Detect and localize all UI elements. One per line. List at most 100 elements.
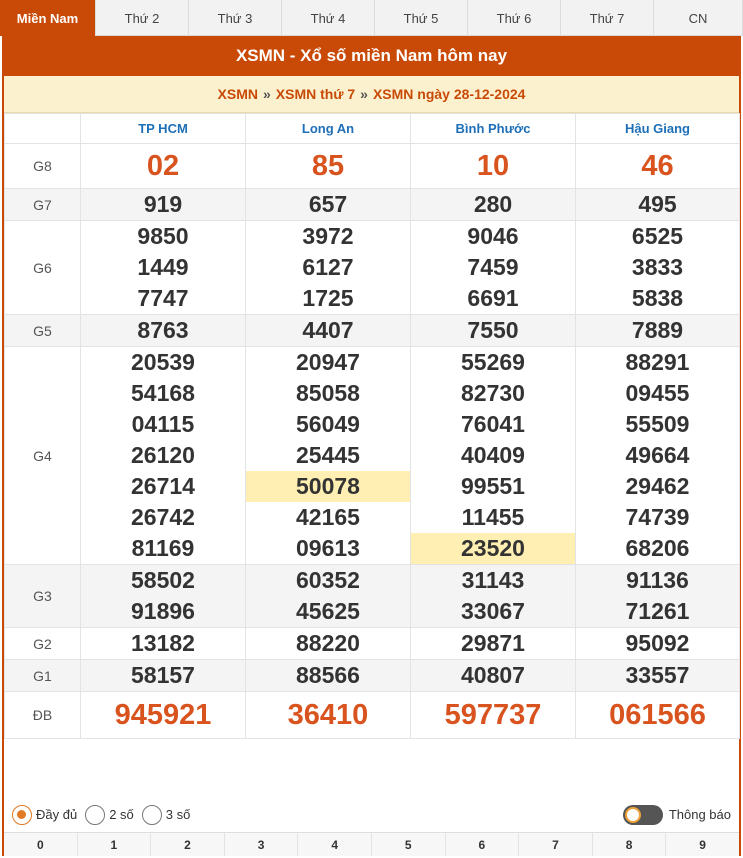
prize-cell: 58157 [80,659,246,692]
breadcrumb-link-xsmn[interactable]: XSMN [218,86,258,102]
prize-number: 945921 [114,699,212,731]
digit-filter-button[interactable]: 3 [224,833,299,856]
prize-cell: 7889 [575,314,740,347]
prize-number: 495 [638,191,677,217]
tab-day[interactable]: Thứ 2 [96,0,189,36]
prize-label: G5 [4,314,81,347]
prize-row: G8 02 85 10 46 [4,143,740,189]
prize-row: G6 9850 1449 7747 3972 6127 1725 9046 7459 6691 65… [4,220,740,315]
prize-label: G7 [4,188,81,221]
radio-full[interactable]: Đầy đủ [12,804,78,825]
tab-day[interactable]: Thứ 5 [375,0,468,36]
results-table: TP HCM Long An Bình Phước Hậu Giang G8 02… [4,113,740,739]
prize-number: 33067 [461,598,525,624]
prize-number: 40807 [461,662,525,688]
digit-filter-button[interactable]: 6 [445,833,520,856]
prize-number: 58502 [131,567,195,593]
breadcrumb-separator: » [360,86,368,102]
radio-2-digits[interactable]: 2 số [85,804,134,825]
prize-label: ĐB [4,691,81,739]
prize-cell: 46 [575,143,740,189]
prize-cell: 9850 1449 7747 [80,220,246,315]
digit-filter-button[interactable]: 9 [666,833,739,856]
province-header[interactable]: TP HCM [80,113,246,144]
breadcrumb-link-xsmn-thu7[interactable]: XSMN thứ 7 [276,86,355,102]
notify-toggle[interactable]: Thông báo [622,804,731,825]
prize-number: 9850 [137,223,189,249]
prize-number: 1725 [302,285,354,311]
province-header[interactable]: Bình Phước [410,113,576,144]
tab-day[interactable]: Thứ 7 [561,0,654,36]
prize-number: 09455 [625,380,690,406]
prize-number: 88291 [625,349,690,375]
prize-number: 68206 [625,535,690,561]
prize-label: G6 [4,220,81,315]
digit-filter-button[interactable]: 1 [77,833,152,856]
prize-number: 45625 [296,598,360,624]
prize-number: 02 [146,150,180,182]
toggle-switch-icon [622,804,663,825]
prize-label: G3 [4,564,81,628]
digit-filter-button[interactable]: 4 [298,833,372,856]
prize-cell: 7550 [410,314,576,347]
tab-day[interactable]: Thứ 4 [282,0,375,36]
display-options-bar: Đầy đủ 2 số 3 số Thông báo [4,799,739,830]
breadcrumb-separator: » [262,86,271,102]
prize-cell: 40807 [410,659,576,692]
prize-cell: 55269 82730 76041 40409 99551 11455 23520 [410,346,576,565]
radio-3-digits[interactable]: 3 số [141,804,191,825]
prize-number: 88566 [296,662,360,688]
prize-label: G2 [4,627,81,660]
prize-number: 50078 [246,471,410,502]
prize-number: 3972 [302,223,354,249]
breadcrumb-link-date[interactable]: XSMN ngày 28-12-2024 [373,86,526,102]
province-header[interactable]: Hậu Giang [575,113,740,144]
day-tabs: Miền Nam Thứ 2 Thứ 3 Thứ 4 Thứ 5 Thứ 6 Thứ 7 CN [0,0,743,36]
prize-number: 1449 [137,254,189,280]
digit-filter-button[interactable]: 5 [371,833,446,856]
prize-number: 20539 [131,349,195,375]
prize-number: 4407 [302,317,354,343]
prize-row: G3 58502 91896 60352 45625 31143 33067 91136 712… [4,564,740,628]
prize-cell: 4407 [245,314,411,347]
prize-number: 76041 [461,411,525,437]
prize-cell: 33557 [575,659,740,692]
breadcrumb: XSMN » XSMN thứ 7 » XSMN ngày 28-12-2024 [4,76,739,113]
prize-number: 3833 [631,254,684,280]
prize-cell: 597737 [410,691,576,739]
prize-number: 919 [143,191,183,217]
tab-day[interactable]: CN [654,0,743,36]
prize-label: G1 [4,659,81,692]
province-header[interactable]: Long An [245,113,411,144]
prize-number: 85058 [296,380,360,406]
prize-cell: 88291 09455 55509 49664 29462 74739 68206 [575,346,740,565]
prize-cell: 495 [575,188,740,221]
prize-number: 85 [311,150,345,182]
prize-number: 23520 [411,533,575,564]
tab-day[interactable]: Miền Nam [0,0,96,36]
prize-number: 95092 [625,630,690,656]
prize-number: 33557 [625,662,690,688]
digit-filter-button[interactable]: 7 [519,833,593,856]
prize-cell: 88566 [245,659,411,692]
prize-number: 40409 [461,442,525,468]
prize-row: G4 20539 54168 04115 26120 26714 26742 81169 209… [4,346,740,565]
prize-cell: 29871 [410,627,576,660]
digit-filter-button[interactable]: 8 [592,833,667,856]
digit-filter-button[interactable]: 0 [4,833,78,856]
prize-cell: 061566 [575,691,740,739]
prize-number: 54168 [131,380,195,406]
prize-number: 88220 [296,630,360,656]
results-panel: XSMN - Xổ số miền Nam hôm nay XSMN » XSM… [2,36,741,856]
prize-cell: 58502 91896 [80,564,246,628]
prize-number: 04115 [131,411,195,437]
digit-filter-button[interactable]: 2 [151,833,225,856]
radio-label: 3 số [165,807,191,822]
prize-cell: 280 [410,188,576,221]
tab-day[interactable]: Thứ 6 [468,0,561,36]
tab-day[interactable]: Thứ 3 [189,0,282,36]
prize-cell: 945921 [80,691,246,739]
radio-label: Đầy đủ [36,807,78,822]
prize-number: 7459 [467,254,519,280]
prize-number: 20947 [296,349,360,375]
